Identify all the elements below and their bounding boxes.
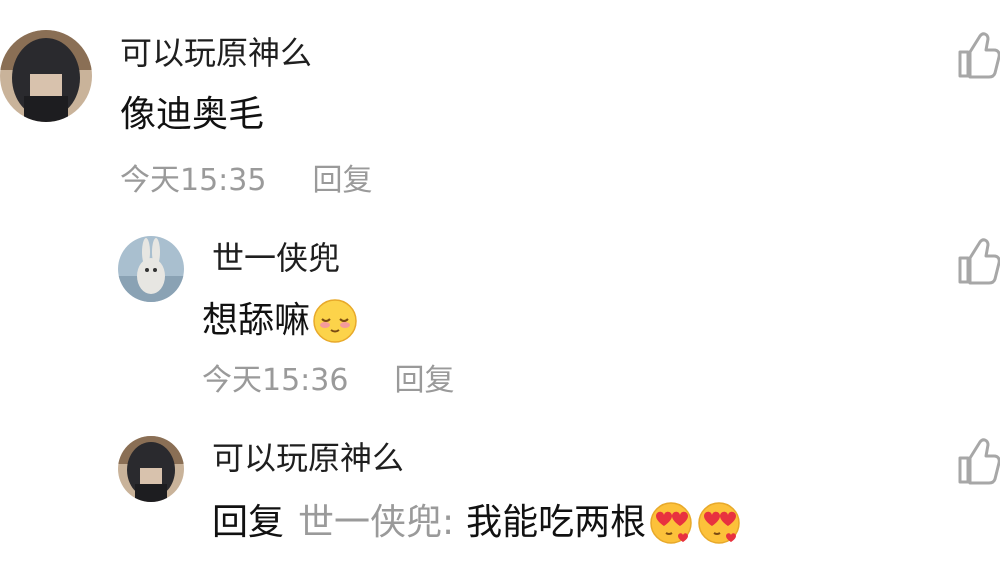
comment-text-body: 我能吃两根 — [466, 502, 647, 543]
comment-text: 回复 世一侠兜: 我能吃两根 — [212, 500, 742, 546]
comment-text-body: 想舔嘛 — [202, 300, 311, 341]
thumbs-up-icon[interactable] — [956, 436, 1001, 486]
comment-meta: 今天15:36 回复 — [202, 366, 454, 396]
reply-button[interactable]: 回复 — [394, 363, 454, 398]
thumbs-up-icon[interactable] — [956, 236, 1001, 286]
comment-text: 想舔嘛 — [202, 298, 358, 344]
thumbs-up-icon[interactable] — [956, 30, 1001, 80]
comment-meta: 今天15:35 回复 — [120, 166, 372, 196]
shy-smile-emoji — [312, 298, 358, 344]
comment-username[interactable]: 可以玩原神么 — [120, 37, 312, 69]
avatar[interactable] — [118, 236, 184, 302]
reply-button[interactable]: 回复 — [312, 163, 372, 198]
comment-timestamp: 今天15:36 — [202, 363, 349, 398]
avatar[interactable] — [118, 436, 184, 502]
comment-username[interactable]: 世一侠兜 — [212, 242, 340, 274]
heart-eyes-kiss-emoji — [696, 500, 742, 546]
mention-link[interactable]: 世一侠兜: — [298, 505, 454, 541]
avatar[interactable] — [0, 30, 92, 122]
comment-timestamp: 今天15:35 — [120, 163, 267, 198]
reply-prefix: 回复 — [212, 502, 285, 543]
comment-text: 像迪奥毛 — [120, 94, 265, 135]
comment-username[interactable]: 可以玩原神么 — [212, 442, 404, 474]
heart-eyes-kiss-emoji — [648, 500, 694, 546]
